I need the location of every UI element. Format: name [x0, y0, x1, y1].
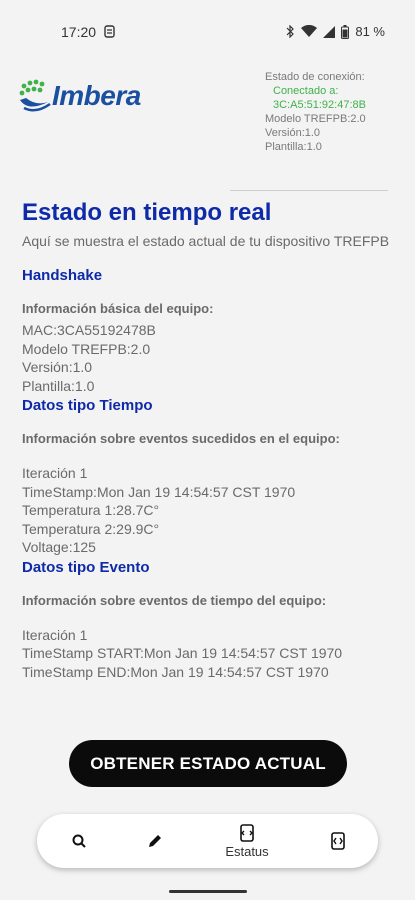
- nav-search[interactable]: [49, 814, 109, 868]
- wifi-icon: [301, 25, 318, 37]
- search-icon: [72, 834, 86, 848]
- connection-heading: Estado de conexión:: [265, 71, 365, 83]
- imbera-logo: Imbera: [18, 78, 153, 116]
- nav-status-label: Estatus: [225, 843, 269, 859]
- time-timestamp: TimeStamp:Mon Jan 19 14:54:57 CST 1970: [22, 483, 296, 500]
- battery-icon: [341, 24, 350, 39]
- nav-device[interactable]: [308, 814, 368, 868]
- handshake-heading: Handshake: [22, 267, 103, 284]
- event-ts-end: TimeStamp END:Mon Jan 19 14:54:57 CST 19…: [22, 663, 329, 680]
- connection-status: Conectado a:: [273, 85, 339, 97]
- logo-wordmark: Imbera: [52, 80, 141, 111]
- nav-edit[interactable]: [125, 814, 185, 868]
- time-iteration: Iteración 1: [22, 465, 88, 481]
- time-voltage: Voltage:125: [22, 539, 96, 555]
- status-scroll-content[interactable]: Estado en tiempo real Aquí se muestra el…: [22, 198, 392, 731]
- page-subtitle: Aquí se muestra el estado actual de tu d…: [22, 233, 390, 249]
- event-iteration: Iteración 1: [22, 626, 88, 643]
- sync-icon: [104, 25, 115, 38]
- time-temp2: Temperatura 2:29.9C°: [22, 520, 160, 537]
- event-data-heading: Datos tipo Evento: [22, 558, 150, 576]
- time-temp1: Temperatura 1:28.7C°: [22, 502, 160, 518]
- nav-status[interactable]: Estatus: [217, 814, 277, 868]
- pencil-icon: [149, 835, 161, 847]
- connection-panel: Estado de conexión: Conectado a: 3C:A5:5…: [265, 70, 366, 154]
- logo-mark-icon: [19, 79, 51, 112]
- handshake-mac: MAC:3CA55192478B: [22, 322, 156, 338]
- get-current-status-button[interactable]: OBTENER ESTADO ACTUAL: [69, 740, 347, 787]
- connection-template: Plantilla:1.0: [265, 141, 322, 153]
- time-data-heading: Datos tipo Tiempo: [22, 397, 153, 414]
- event-ts-start: TimeStamp START:Mon Jan 19 14:54:57 CST …: [22, 645, 343, 661]
- connection-version: Versión:1.0: [265, 127, 321, 139]
- device-code-icon: [331, 832, 345, 850]
- connection-address: 3C:A5:51:92:47:8B: [273, 99, 366, 111]
- handshake-label: Información básica del equipo:: [22, 301, 214, 316]
- header-divider: [230, 190, 388, 191]
- status-bar: 17:20 81 %: [0, 0, 415, 64]
- battery-percent: 81 %: [355, 24, 385, 39]
- bottom-nav: Estatus: [37, 814, 378, 868]
- home-indicator[interactable]: [169, 890, 247, 893]
- event-data-label: Información sobre eventos de tiempo del …: [22, 592, 327, 608]
- time-data-label: Información sobre eventos sucedidos en e…: [22, 431, 340, 446]
- connection-model: Modelo TREFPB:2.0: [265, 113, 366, 125]
- handshake-model: Modelo TREFPB:2.0: [22, 340, 151, 357]
- handshake-template: Plantilla:1.0: [22, 377, 95, 394]
- page-title: Estado en tiempo real: [22, 199, 272, 226]
- status-icons: 81 %: [285, 24, 385, 39]
- device-sync-icon: [240, 823, 254, 842]
- handshake-version: Versión:1.0: [22, 359, 93, 375]
- bluetooth-icon: [286, 25, 295, 38]
- clock: 17:20: [61, 24, 97, 40]
- signal-icon: [323, 25, 336, 38]
